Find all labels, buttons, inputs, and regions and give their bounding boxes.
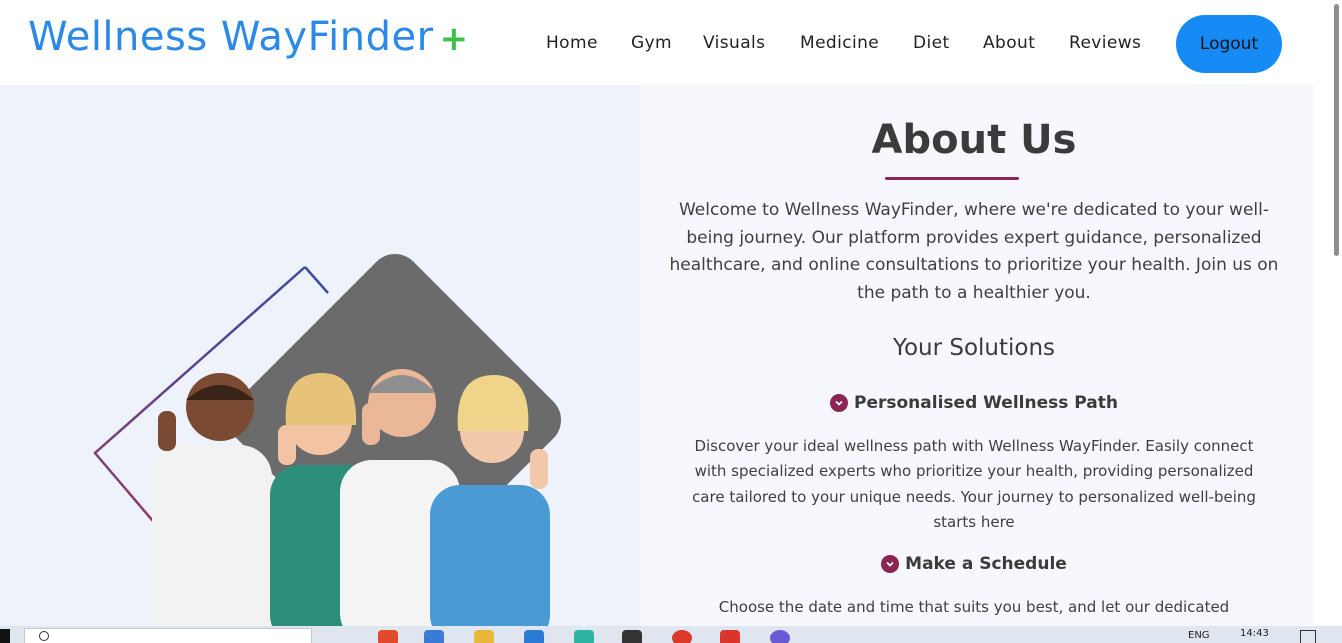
solution-title-text: Make a Schedule [905, 554, 1067, 574]
solutions-heading: Your Solutions [892, 335, 1056, 361]
chevron-down-icon [881, 555, 900, 573]
nav-diet[interactable]: Diet [913, 33, 950, 53]
chevron-down-icon [830, 394, 849, 412]
nav-visuals[interactable]: Visuals [703, 33, 765, 53]
os-taskbar: ENG 14:43 [0, 626, 1342, 643]
taskbar-app-icon[interactable] [574, 630, 594, 643]
logout-button[interactable]: Logout [1176, 15, 1282, 73]
taskbar-app-icon[interactable] [720, 630, 740, 643]
about-title: About Us [871, 117, 1077, 163]
scrollbar-thumb[interactable] [1334, 4, 1339, 256]
nav-home[interactable]: Home [546, 33, 598, 53]
clock[interactable]: 14:43 [1240, 628, 1269, 639]
start-button[interactable] [0, 629, 10, 643]
about-section: About Us Welcome to Wellness WayFinder, … [0, 85, 1314, 626]
page-scrollbar[interactable] [1326, 0, 1342, 626]
solution-desc-wellness-path: Discover your ideal wellness path with W… [692, 437, 1256, 531]
doctors-illustration [93, 253, 562, 626]
solution-desc-schedule: Choose the date and time that suits you … [718, 598, 1230, 616]
nav-gym[interactable]: Gym [631, 33, 672, 53]
chrome-icon[interactable] [672, 630, 692, 643]
nav-reviews[interactable]: Reviews [1069, 33, 1141, 53]
taskbar-app-icon[interactable] [622, 630, 642, 643]
notification-icon[interactable] [1300, 630, 1316, 643]
brand-logo[interactable]: Wellness WayFinder + [28, 14, 469, 60]
nav-about[interactable]: About [983, 33, 1035, 53]
taskbar-search[interactable] [24, 628, 312, 643]
language-indicator[interactable]: ENG [1188, 630, 1210, 641]
title-underline [885, 177, 1019, 180]
folder-icon[interactable] [474, 630, 494, 643]
solution-title-schedule: Make a Schedule [640, 554, 1308, 574]
solution-title-wellness-path: Personalised Wellness Path [640, 393, 1308, 413]
vscode-icon[interactable] [524, 630, 544, 643]
navbar: Wellness WayFinder + Home Gym Visuals Med… [0, 0, 1342, 85]
brand-plus-icon: + [439, 19, 469, 59]
brand-name: Wellness WayFinder [28, 14, 434, 60]
taskbar-app-icon[interactable] [378, 630, 398, 643]
nav-medicine[interactable]: Medicine [800, 33, 879, 53]
about-paragraph: Welcome to Wellness WayFinder, where we'… [669, 200, 1279, 303]
solution-title-text: Personalised Wellness Path [854, 393, 1118, 413]
search-icon [39, 631, 49, 641]
taskbar-app-icon[interactable] [424, 630, 444, 643]
taskbar-app-icon[interactable] [770, 630, 790, 643]
